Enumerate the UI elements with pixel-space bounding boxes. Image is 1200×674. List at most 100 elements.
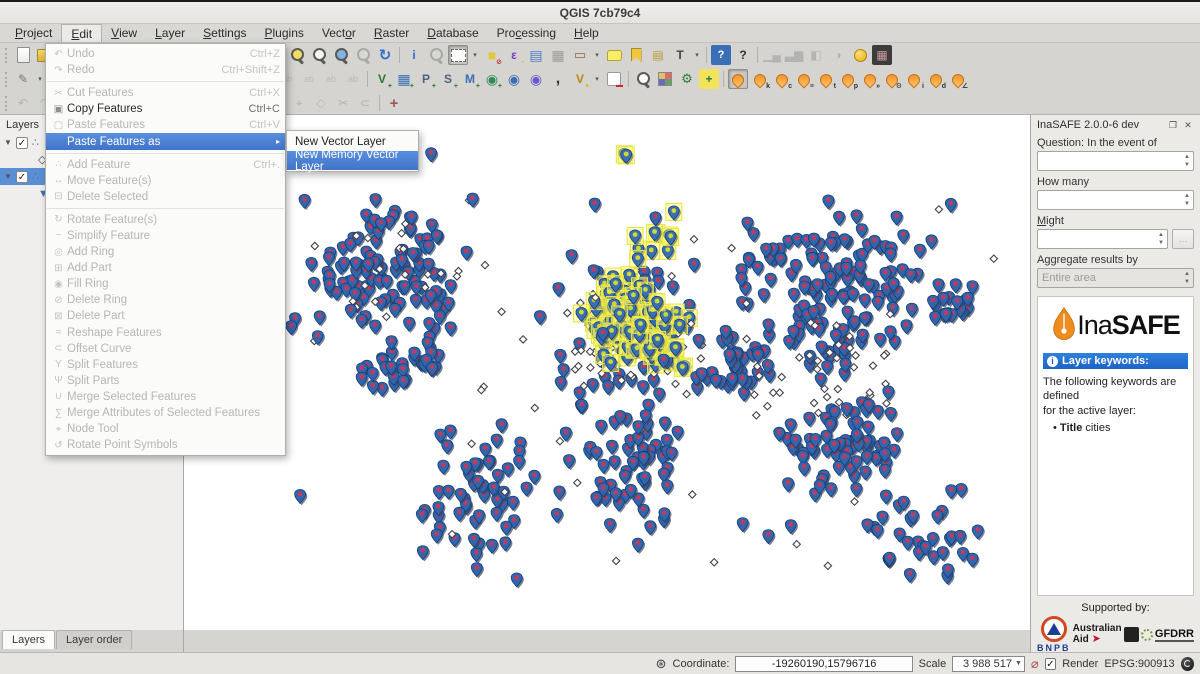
function-options-button[interactable]: ... bbox=[1172, 229, 1194, 249]
inasafe-keywords-icon[interactable]: k bbox=[750, 69, 770, 89]
menu-help[interactable]: Help bbox=[565, 24, 608, 42]
help-contents-icon[interactable]: ? bbox=[711, 45, 731, 65]
menu-item-rotate-point-symbols[interactable]: ↺Rotate Point Symbols bbox=[46, 437, 285, 453]
zoom-next-icon[interactable] bbox=[353, 45, 373, 65]
exposure-combobox[interactable]: ▲▼ bbox=[1037, 190, 1194, 210]
inasafe-shake-grid-icon[interactable]: i bbox=[904, 69, 924, 89]
add-wfs-layer-icon[interactable]: ◉ bbox=[526, 69, 546, 89]
attribute-table-icon[interactable]: ▤ bbox=[526, 45, 546, 65]
add-postgis-layer-icon[interactable]: P+ bbox=[416, 69, 436, 89]
label-move-icon[interactable]: ab bbox=[299, 69, 319, 89]
menu-item-fill-ring[interactable]: ◉Fill Ring bbox=[46, 276, 285, 292]
menu-item-offset-curve[interactable]: ⊂Offset Curve bbox=[46, 341, 285, 357]
identify-features-icon[interactable]: i bbox=[404, 45, 424, 65]
menu-item-simplify-feature[interactable]: ~Simplify Feature bbox=[46, 228, 285, 244]
zoom-last-icon[interactable] bbox=[331, 45, 351, 65]
text-annotation-icon[interactable]: T bbox=[670, 45, 690, 65]
zoom-to-selection-icon[interactable] bbox=[426, 45, 446, 65]
node-tool-icon[interactable]: ⌖ bbox=[289, 93, 309, 113]
menu-item-redo[interactable]: ↷RedoCtrl+Shift+Z bbox=[46, 62, 285, 78]
label-properties-icon[interactable]: ab bbox=[343, 69, 363, 89]
extents-icon[interactable]: ⊛ bbox=[656, 656, 667, 672]
dock-close-icon[interactable]: ✕ bbox=[1182, 119, 1194, 131]
raster-local-stretch-icon[interactable]: ▃▆ bbox=[784, 45, 804, 65]
whats-this-icon[interactable]: ? bbox=[733, 45, 753, 65]
menu-item-reshape-features[interactable]: ≈Reshape Features bbox=[46, 325, 285, 341]
snapping-crosshair-icon[interactable]: + bbox=[384, 93, 404, 113]
map-snapshot-icon[interactable]: ▦ bbox=[872, 45, 892, 65]
inasafe-reload-icon[interactable]: c bbox=[772, 69, 792, 89]
add-spatialite-layer-icon[interactable]: S+ bbox=[438, 69, 458, 89]
layer-list-icon[interactable]: ▦ bbox=[548, 45, 568, 65]
add-delimited-text-icon[interactable]: , bbox=[548, 69, 568, 89]
aggregation-combobox[interactable]: Entire area ▲▼ bbox=[1037, 268, 1194, 288]
new-shapefile-icon[interactable]: V✦ bbox=[570, 69, 590, 89]
menu-item-node-tool[interactable]: ⌖Node Tool bbox=[46, 421, 285, 437]
menu-item-cut-features[interactable]: ✂Cut FeaturesCtrl+X bbox=[46, 85, 285, 101]
inasafe-options-icon[interactable]: ≡ bbox=[794, 69, 814, 89]
dropdown-arrow-icon[interactable]: ▾ bbox=[470, 45, 480, 65]
menu-item-move-feature-s[interactable]: ↔Move Feature(s) bbox=[46, 173, 285, 189]
inasafe-minimum-needs-icon[interactable]: t bbox=[816, 69, 836, 89]
raster-stretch-icon[interactable]: ▁▄ bbox=[762, 45, 782, 65]
layer-checkbox[interactable]: ✓ bbox=[16, 137, 28, 149]
map-canvas[interactable] bbox=[184, 115, 1030, 630]
menu-view[interactable]: View bbox=[102, 24, 146, 42]
new-bookmark-icon[interactable] bbox=[626, 45, 646, 65]
add-wcs-layer-icon[interactable]: ◉ bbox=[504, 69, 524, 89]
search-icon[interactable] bbox=[633, 69, 653, 89]
submenu-item-new-memory-vector-layer[interactable]: New Memory Vector Layer bbox=[287, 151, 418, 170]
new-project-icon[interactable] bbox=[13, 45, 33, 65]
map-tips-icon[interactable] bbox=[604, 45, 624, 65]
deselect-all-icon[interactable]: ■⊘ bbox=[482, 45, 502, 65]
raster-contrast-icon[interactable]: ◧ bbox=[806, 45, 826, 65]
zoom-icon[interactable] bbox=[309, 45, 329, 65]
menu-item-delete-selected[interactable]: ⊟Delete Selected bbox=[46, 189, 285, 205]
menu-item-add-feature[interactable]: ∴Add FeatureCtrl+. bbox=[46, 157, 285, 173]
menu-item-add-ring[interactable]: ◎Add Ring bbox=[46, 244, 285, 260]
add-mssql-layer-icon[interactable]: M+ bbox=[460, 69, 480, 89]
add-raster-layer-icon[interactable]: ▦+ bbox=[394, 69, 414, 89]
menu-processing[interactable]: Processing bbox=[488, 24, 565, 42]
menu-edit[interactable]: Edit bbox=[61, 24, 102, 42]
coordinate-input[interactable] bbox=[735, 656, 912, 672]
menu-item-merge-attributes-of-selected-features[interactable]: ∑Merge Attributes of Selected Features bbox=[46, 405, 285, 421]
crs-status-icon[interactable] bbox=[1181, 657, 1194, 671]
menu-item-paste-features-as[interactable]: Paste Features as▸ bbox=[46, 133, 285, 149]
dropdown-arrow-icon[interactable]: ▾ bbox=[592, 45, 602, 65]
inasafe-function-options-icon[interactable]: ⚙ bbox=[882, 69, 902, 89]
processing-toolbox-icon[interactable]: ⚙ bbox=[677, 69, 697, 89]
menu-vector[interactable]: Vector bbox=[313, 24, 365, 42]
zoom-full-extent-icon[interactable] bbox=[287, 45, 307, 65]
menu-item-split-features[interactable]: YSplit Features bbox=[46, 357, 285, 373]
inasafe-osm-downloader-icon[interactable]: d bbox=[926, 69, 946, 89]
select-by-expression-icon[interactable]: ε▪ bbox=[504, 45, 524, 65]
scale-lock-icon[interactable]: ⌀ bbox=[1031, 656, 1039, 672]
offset-curve-icon[interactable]: ⊂ bbox=[355, 93, 375, 113]
tab-layers[interactable]: Layers bbox=[2, 630, 55, 649]
map-refresh-icon[interactable]: ↻ bbox=[375, 45, 395, 65]
dock-float-icon[interactable]: ❐ bbox=[1167, 119, 1179, 131]
show-bookmarks-icon[interactable]: ▤ bbox=[648, 45, 668, 65]
menu-settings[interactable]: Settings bbox=[194, 24, 255, 42]
hazard-combobox[interactable]: ▲▼ bbox=[1037, 151, 1194, 171]
function-combobox[interactable]: ▲▼ bbox=[1037, 229, 1168, 249]
dropdown-arrow-icon[interactable]: ▾ bbox=[592, 69, 602, 89]
remove-layer-icon[interactable] bbox=[604, 69, 624, 89]
menu-plugins[interactable]: Plugins bbox=[256, 24, 313, 42]
plugin-manager-icon[interactable]: + bbox=[699, 69, 719, 89]
label-rotate-icon[interactable]: ab bbox=[321, 69, 341, 89]
dropdown-arrow-icon[interactable]: ▾ bbox=[692, 45, 702, 65]
toggle-editing-icon[interactable]: ✎ bbox=[13, 69, 33, 89]
menu-item-add-part[interactable]: ⊞Add Part bbox=[46, 260, 285, 276]
dropdown-arrow-icon[interactable]: ▾ bbox=[35, 69, 45, 89]
add-wms-layer-icon[interactable]: ◉+ bbox=[482, 69, 502, 89]
measure-icon[interactable]: ▭ bbox=[570, 45, 590, 65]
menu-item-merge-selected-features[interactable]: ∪Merge Selected Features bbox=[46, 389, 285, 405]
add-vector-layer-icon[interactable]: V+ bbox=[372, 69, 392, 89]
raster-brightness-icon[interactable]: ◑ bbox=[828, 45, 848, 65]
menu-database[interactable]: Database bbox=[418, 24, 487, 42]
split-features-icon[interactable]: ✂ bbox=[333, 93, 353, 113]
layer-checkbox[interactable]: ✓ bbox=[16, 171, 28, 183]
menu-item-paste-features[interactable]: ▢Paste FeaturesCtrl+V bbox=[46, 117, 285, 133]
